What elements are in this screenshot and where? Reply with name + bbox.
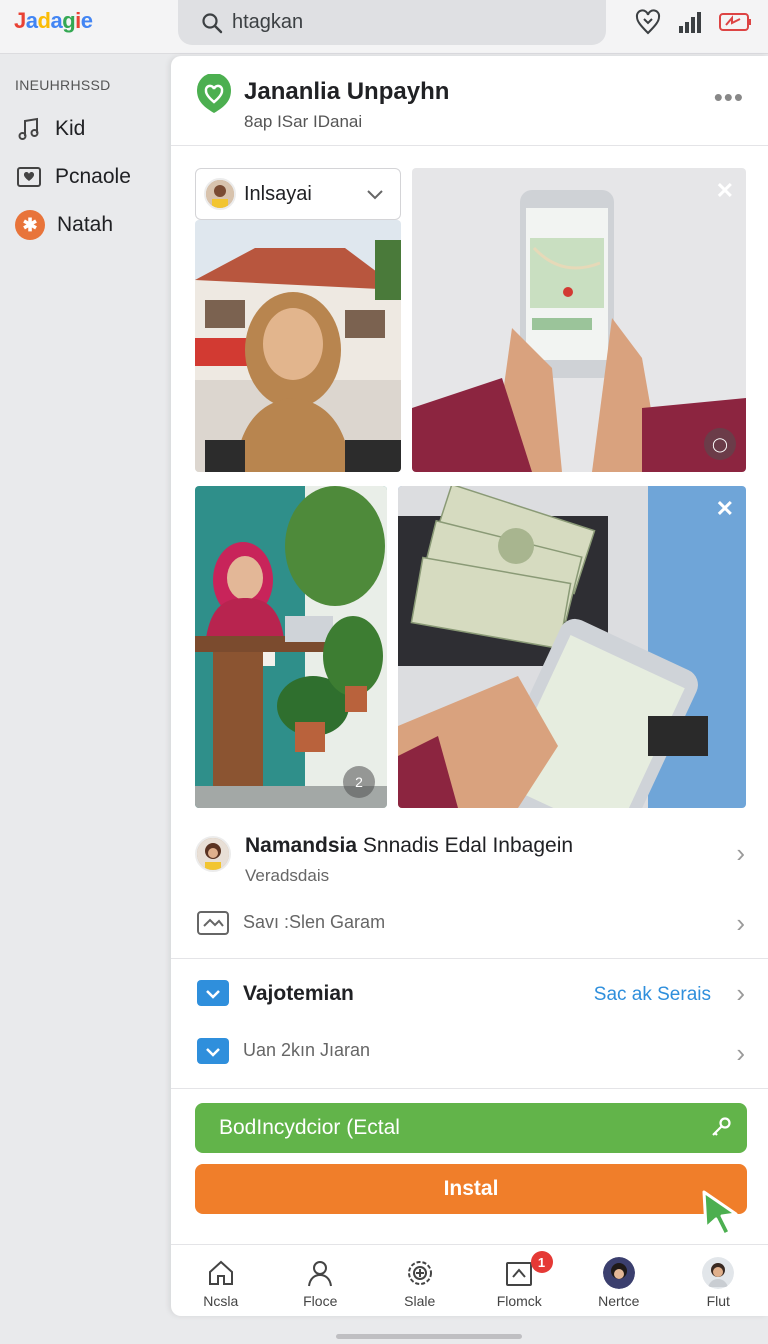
sidebar-item-kid[interactable]: Kid — [15, 115, 85, 143]
avatar — [602, 1257, 635, 1289]
sidebar-heading: INEUHRHSSD — [15, 77, 111, 93]
home-indicator — [336, 1334, 522, 1339]
nav-item-account[interactable]: Nertce — [569, 1245, 669, 1316]
sidebar-item-label: Pcnaole — [55, 165, 131, 188]
image-card-icon — [197, 911, 229, 935]
nav-item-home[interactable]: Ncsla — [171, 1245, 271, 1316]
logo-letter: a — [25, 8, 38, 33]
open-button[interactable]: BodIncydcior (Ectal — [195, 1103, 747, 1153]
divider — [171, 1088, 768, 1089]
bottom-navigation: Ncsla Floce Slale 1 Flomck Nertce Flut — [171, 1244, 768, 1316]
gallery-photo-phone-map[interactable]: ✕ ◯ — [412, 168, 746, 472]
app-detail-panel: Jananlia Unpayhn 8ap ISar IDanai ••• Inl… — [171, 56, 768, 1316]
chevron-right-icon: › — [736, 978, 745, 1008]
install-button[interactable]: Instal — [195, 1164, 747, 1214]
developer-name: Namandsia Snnadis Edal Inbagein — [245, 834, 574, 857]
avatar — [204, 178, 236, 210]
key-icon — [712, 1117, 731, 1136]
nav-item-settings[interactable]: Slale — [370, 1245, 470, 1316]
status-icons — [634, 8, 754, 36]
checkbox-icon[interactable] — [197, 1038, 229, 1064]
settings-icon — [407, 1261, 432, 1285]
nav-label: Ncsla — [203, 1293, 239, 1309]
home-icon — [208, 1260, 233, 1285]
checkbox-icon[interactable] — [197, 980, 229, 1006]
list-item-developer[interactable]: Namandsia Snnadis Edal Inbagein Veradsda… — [195, 834, 745, 904]
mouse-cursor-icon — [702, 1190, 738, 1237]
nav-label: Nertce — [598, 1293, 640, 1309]
image-counter-badge: 2 — [343, 766, 375, 798]
chevron-down-icon — [367, 190, 383, 200]
divider — [171, 958, 768, 959]
gallery-photo-woman-desk[interactable]: 2 — [195, 486, 387, 808]
account-selector-label: Inlsayai — [244, 182, 312, 205]
developer-sub: Veradsdais — [245, 866, 330, 885]
logo-letter: e — [80, 8, 93, 33]
permissions-label: Savı :Slen Garam — [243, 912, 386, 932]
gallery-photo-woman-house[interactable] — [195, 220, 401, 472]
logo-letter: g — [62, 8, 76, 33]
heart-location-icon[interactable] — [634, 8, 662, 36]
logo-letter: a — [50, 8, 63, 33]
logo-letter: J — [14, 8, 26, 33]
star-badge-icon: ✱ — [15, 210, 45, 240]
nav-label: Flomck — [496, 1293, 542, 1309]
nav-item-profile[interactable]: Floce — [271, 1245, 371, 1316]
close-icon[interactable]: ✕ — [716, 496, 734, 522]
chevron-right-icon: › — [736, 908, 745, 938]
avatar — [195, 836, 231, 872]
signal-icon — [679, 12, 701, 33]
nav-label: Slale — [404, 1293, 436, 1309]
sidebar-item-natah[interactable]: ✱ Natah — [15, 210, 113, 240]
music-note-icon — [15, 115, 43, 143]
heart-shield-icon — [197, 74, 231, 113]
nav-label: Flut — [706, 1293, 730, 1309]
top-bar: Jadagie htagkan — [0, 0, 768, 54]
notification-badge: 1 — [530, 1251, 553, 1273]
app-header: Jananlia Unpayhn 8ap ISar IDanai ••• — [171, 56, 768, 146]
expand-icon[interactable]: ◯ — [704, 428, 736, 460]
more-options-icon[interactable]: ••• — [714, 82, 744, 113]
install-button-label: Instal — [443, 1177, 499, 1200]
screenshot-gallery: Inlsayai ✕ ◯ 2 ✕ — [195, 168, 747, 810]
sidebar-item-label: Kid — [55, 117, 86, 140]
see-details-link[interactable]: Sac ak Serais — [594, 984, 711, 1006]
search-icon — [202, 12, 223, 33]
person-icon — [308, 1261, 333, 1287]
close-icon[interactable]: ✕ — [716, 178, 734, 204]
logo-letter: d — [37, 8, 51, 33]
list-item-version[interactable]: Vajotemian Sac ak Serais › — [195, 978, 745, 1018]
avatar — [702, 1257, 735, 1289]
version-title: Vajotemian — [243, 982, 354, 1005]
list-item-permissions[interactable]: Savı :Slen Garam › — [195, 908, 745, 948]
open-button-label: BodIncydcior (Ectal — [219, 1116, 400, 1139]
update-label: Uan 2kın Jıaran — [243, 1040, 371, 1060]
chevron-right-icon: › — [736, 1038, 745, 1068]
nav-label: Floce — [303, 1293, 338, 1309]
heart-card-icon — [15, 163, 43, 191]
app-subtitle: 8ap ISar IDanai — [244, 112, 363, 131]
list-item-update[interactable]: Uan 2kın Jıaran › — [195, 1034, 745, 1074]
nav-item-inbox[interactable]: 1 Flomck — [470, 1245, 570, 1316]
nav-item-user[interactable]: Flut — [669, 1245, 768, 1316]
sidebar-item-label: Natah — [57, 213, 114, 236]
battery-icon — [719, 13, 751, 31]
search-bar[interactable]: htagkan — [178, 0, 606, 45]
sidebar-item-pcnaole[interactable]: Pcnaole — [15, 163, 131, 191]
gallery-photo-money-phone[interactable]: ✕ — [398, 486, 746, 808]
sidebar: INEUHRHSSD Kid Pcnaole ✱ Natah — [0, 55, 170, 1344]
app-title: Jananlia Unpayhn — [244, 78, 450, 105]
chevron-right-icon: › — [736, 838, 745, 868]
app-logo[interactable]: Jadagie — [14, 8, 93, 34]
search-input[interactable]: htagkan — [232, 11, 303, 34]
account-selector[interactable]: Inlsayai — [195, 168, 401, 220]
